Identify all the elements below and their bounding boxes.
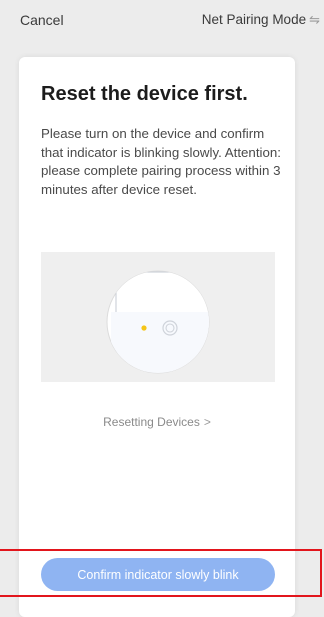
confirm-indicator-button[interactable]: Confirm indicator slowly blink xyxy=(41,558,275,591)
resetting-devices-label: Resetting Devices xyxy=(103,415,200,429)
swap-icon: ⇋ xyxy=(309,12,320,27)
indicator-dot-icon xyxy=(141,325,147,331)
chevron-right-icon: > xyxy=(203,415,211,429)
instruction-card: Reset the device first. Please turn on t… xyxy=(19,57,295,617)
instruction-text: Please turn on the device and confirm th… xyxy=(41,126,281,197)
device-illustration-icon xyxy=(106,270,210,374)
cancel-button[interactable]: Cancel xyxy=(20,12,64,28)
net-pairing-mode-label: Net Pairing Mode xyxy=(201,12,307,27)
page-title: Reset the device first. xyxy=(41,83,248,105)
resetting-devices-link[interactable]: Resetting Devices > xyxy=(19,415,295,429)
top-bar: Cancel Net Pairing Mode ⇋ xyxy=(0,0,324,44)
device-reset-illustration xyxy=(41,252,275,382)
net-pairing-mode-button[interactable]: Net Pairing Mode ⇋ xyxy=(202,12,320,28)
